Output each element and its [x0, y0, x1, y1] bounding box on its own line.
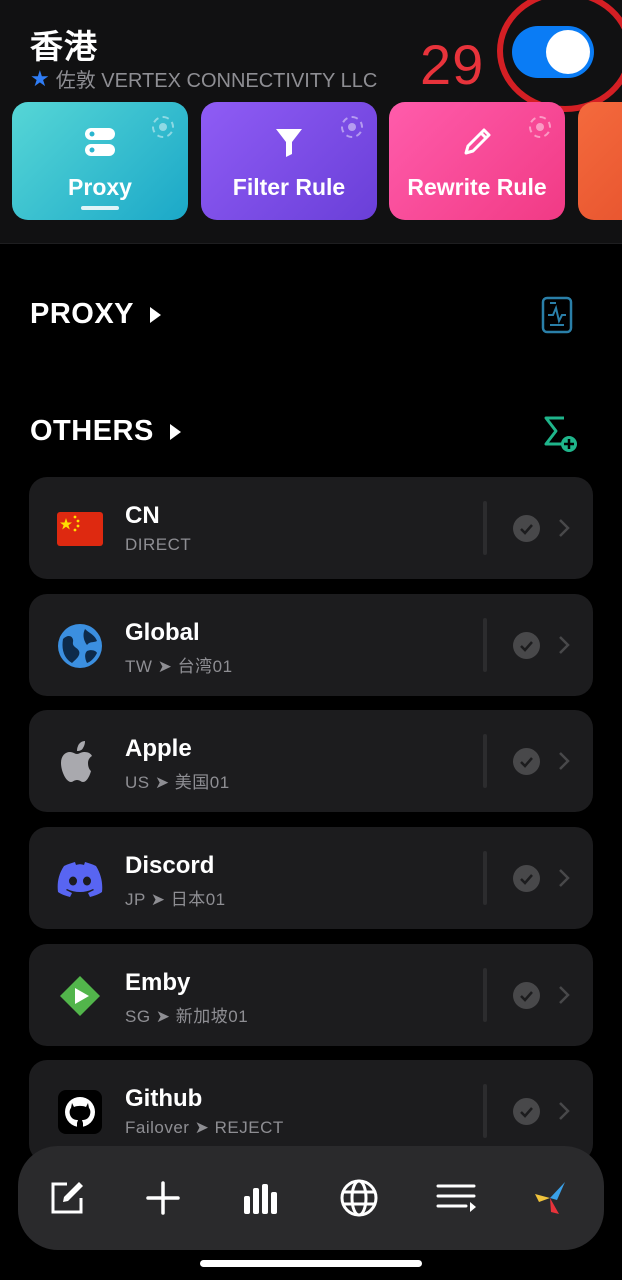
policy-detail: Failover ➤ REJECT — [125, 1118, 284, 1137]
list-icon[interactable] — [434, 1176, 480, 1220]
tab-rewrite-rule-label: Rewrite Rule — [407, 174, 547, 200]
home-indicator — [200, 1260, 422, 1267]
section-others[interactable]: OTHERS — [30, 415, 181, 448]
divider — [483, 618, 487, 672]
globe-icon[interactable] — [336, 1176, 382, 1220]
expand-arrow-icon — [150, 306, 162, 323]
header: 香港 ★ 佐敦 VERTEX CONNECTIVITY LLC 29 Proxy — [0, 0, 622, 244]
bottom-toolbar — [18, 1146, 604, 1250]
tab-filter-rule[interactable]: Filter Rule — [201, 102, 377, 220]
check-icon[interactable] — [513, 515, 540, 542]
policy-name: Global — [125, 619, 200, 646]
policy-name: CN — [125, 502, 160, 529]
page-title: 香港 — [30, 27, 98, 66]
chevron-right-icon[interactable] — [557, 1100, 571, 1122]
chevron-right-icon[interactable] — [557, 517, 571, 539]
status-dot-icon — [529, 116, 551, 138]
china-flag-icon — [57, 506, 103, 552]
divider — [483, 501, 487, 555]
divider — [483, 734, 487, 788]
policy-detail: JP ➤ 日本01 — [125, 890, 226, 909]
list-item[interactable]: Discord JP ➤ 日本01 — [29, 827, 593, 929]
chevron-right-icon[interactable] — [557, 750, 571, 772]
discord-logo-icon — [57, 856, 103, 902]
pencil-icon — [457, 124, 497, 160]
annotation-circle — [497, 0, 622, 112]
emby-logo-icon — [57, 973, 103, 1019]
monitor-report-icon[interactable] — [541, 296, 573, 334]
server-subtitle-text: 佐敦 VERTEX CONNECTIVITY LLC — [55, 70, 378, 92]
divider — [483, 851, 487, 905]
check-icon[interactable] — [513, 982, 540, 1009]
list-item[interactable]: Emby SG ➤ 新加坡01 — [29, 944, 593, 1046]
policy-detail: SG ➤ 新加坡01 — [125, 1007, 249, 1026]
divider — [483, 1084, 487, 1138]
github-logo-icon — [57, 1089, 103, 1135]
add-group-icon[interactable] — [542, 414, 580, 454]
star-icon: ★ — [30, 65, 50, 91]
policy-detail: DIRECT — [125, 535, 192, 554]
apple-logo-icon — [57, 739, 103, 785]
chevron-right-icon[interactable] — [557, 867, 571, 889]
policy-name: Emby — [125, 969, 191, 996]
tab-proxy-label: Proxy — [68, 174, 132, 200]
server-icon — [80, 124, 120, 160]
globe-icon — [57, 623, 103, 669]
check-icon[interactable] — [513, 1098, 540, 1125]
check-icon[interactable] — [513, 865, 540, 892]
status-dot-icon — [341, 116, 363, 138]
tab-more[interactable] — [578, 102, 622, 220]
funnel-icon — [269, 124, 309, 160]
check-icon[interactable] — [513, 632, 540, 659]
tab-filter-rule-label: Filter Rule — [232, 174, 346, 200]
bar-chart-icon[interactable] — [239, 1176, 285, 1220]
status-dot-icon — [152, 116, 174, 138]
edit-icon[interactable] — [44, 1176, 90, 1220]
list-item[interactable]: Apple US ➤ 美国01 — [29, 710, 593, 812]
chevron-right-icon[interactable] — [557, 984, 571, 1006]
divider — [483, 968, 487, 1022]
policy-name: Discord — [125, 852, 215, 879]
expand-arrow-icon — [169, 423, 181, 440]
plus-icon[interactable] — [140, 1176, 186, 1220]
section-proxy[interactable]: PROXY — [30, 298, 162, 331]
section-proxy-title: PROXY — [30, 298, 135, 330]
tab-selected-indicator — [81, 206, 119, 210]
app-logo-icon[interactable] — [528, 1176, 574, 1220]
section-others-title: OTHERS — [30, 415, 154, 447]
policy-name: Github — [125, 1085, 203, 1112]
annotation-number: 29 — [420, 33, 485, 96]
policy-detail: TW ➤ 台湾01 — [125, 657, 233, 676]
tab-proxy[interactable]: Proxy — [12, 102, 188, 220]
policy-detail: US ➤ 美国01 — [125, 773, 230, 792]
policy-name: Apple — [125, 735, 192, 762]
list-item[interactable]: CN DIRECT — [29, 477, 593, 579]
tab-rewrite-rule[interactable]: Rewrite Rule — [389, 102, 565, 220]
list-item[interactable]: Global TW ➤ 台湾01 — [29, 594, 593, 696]
server-subtitle: ★ 佐敦 VERTEX CONNECTIVITY LLC — [30, 64, 377, 93]
check-icon[interactable] — [513, 748, 540, 775]
chevron-right-icon[interactable] — [557, 634, 571, 656]
